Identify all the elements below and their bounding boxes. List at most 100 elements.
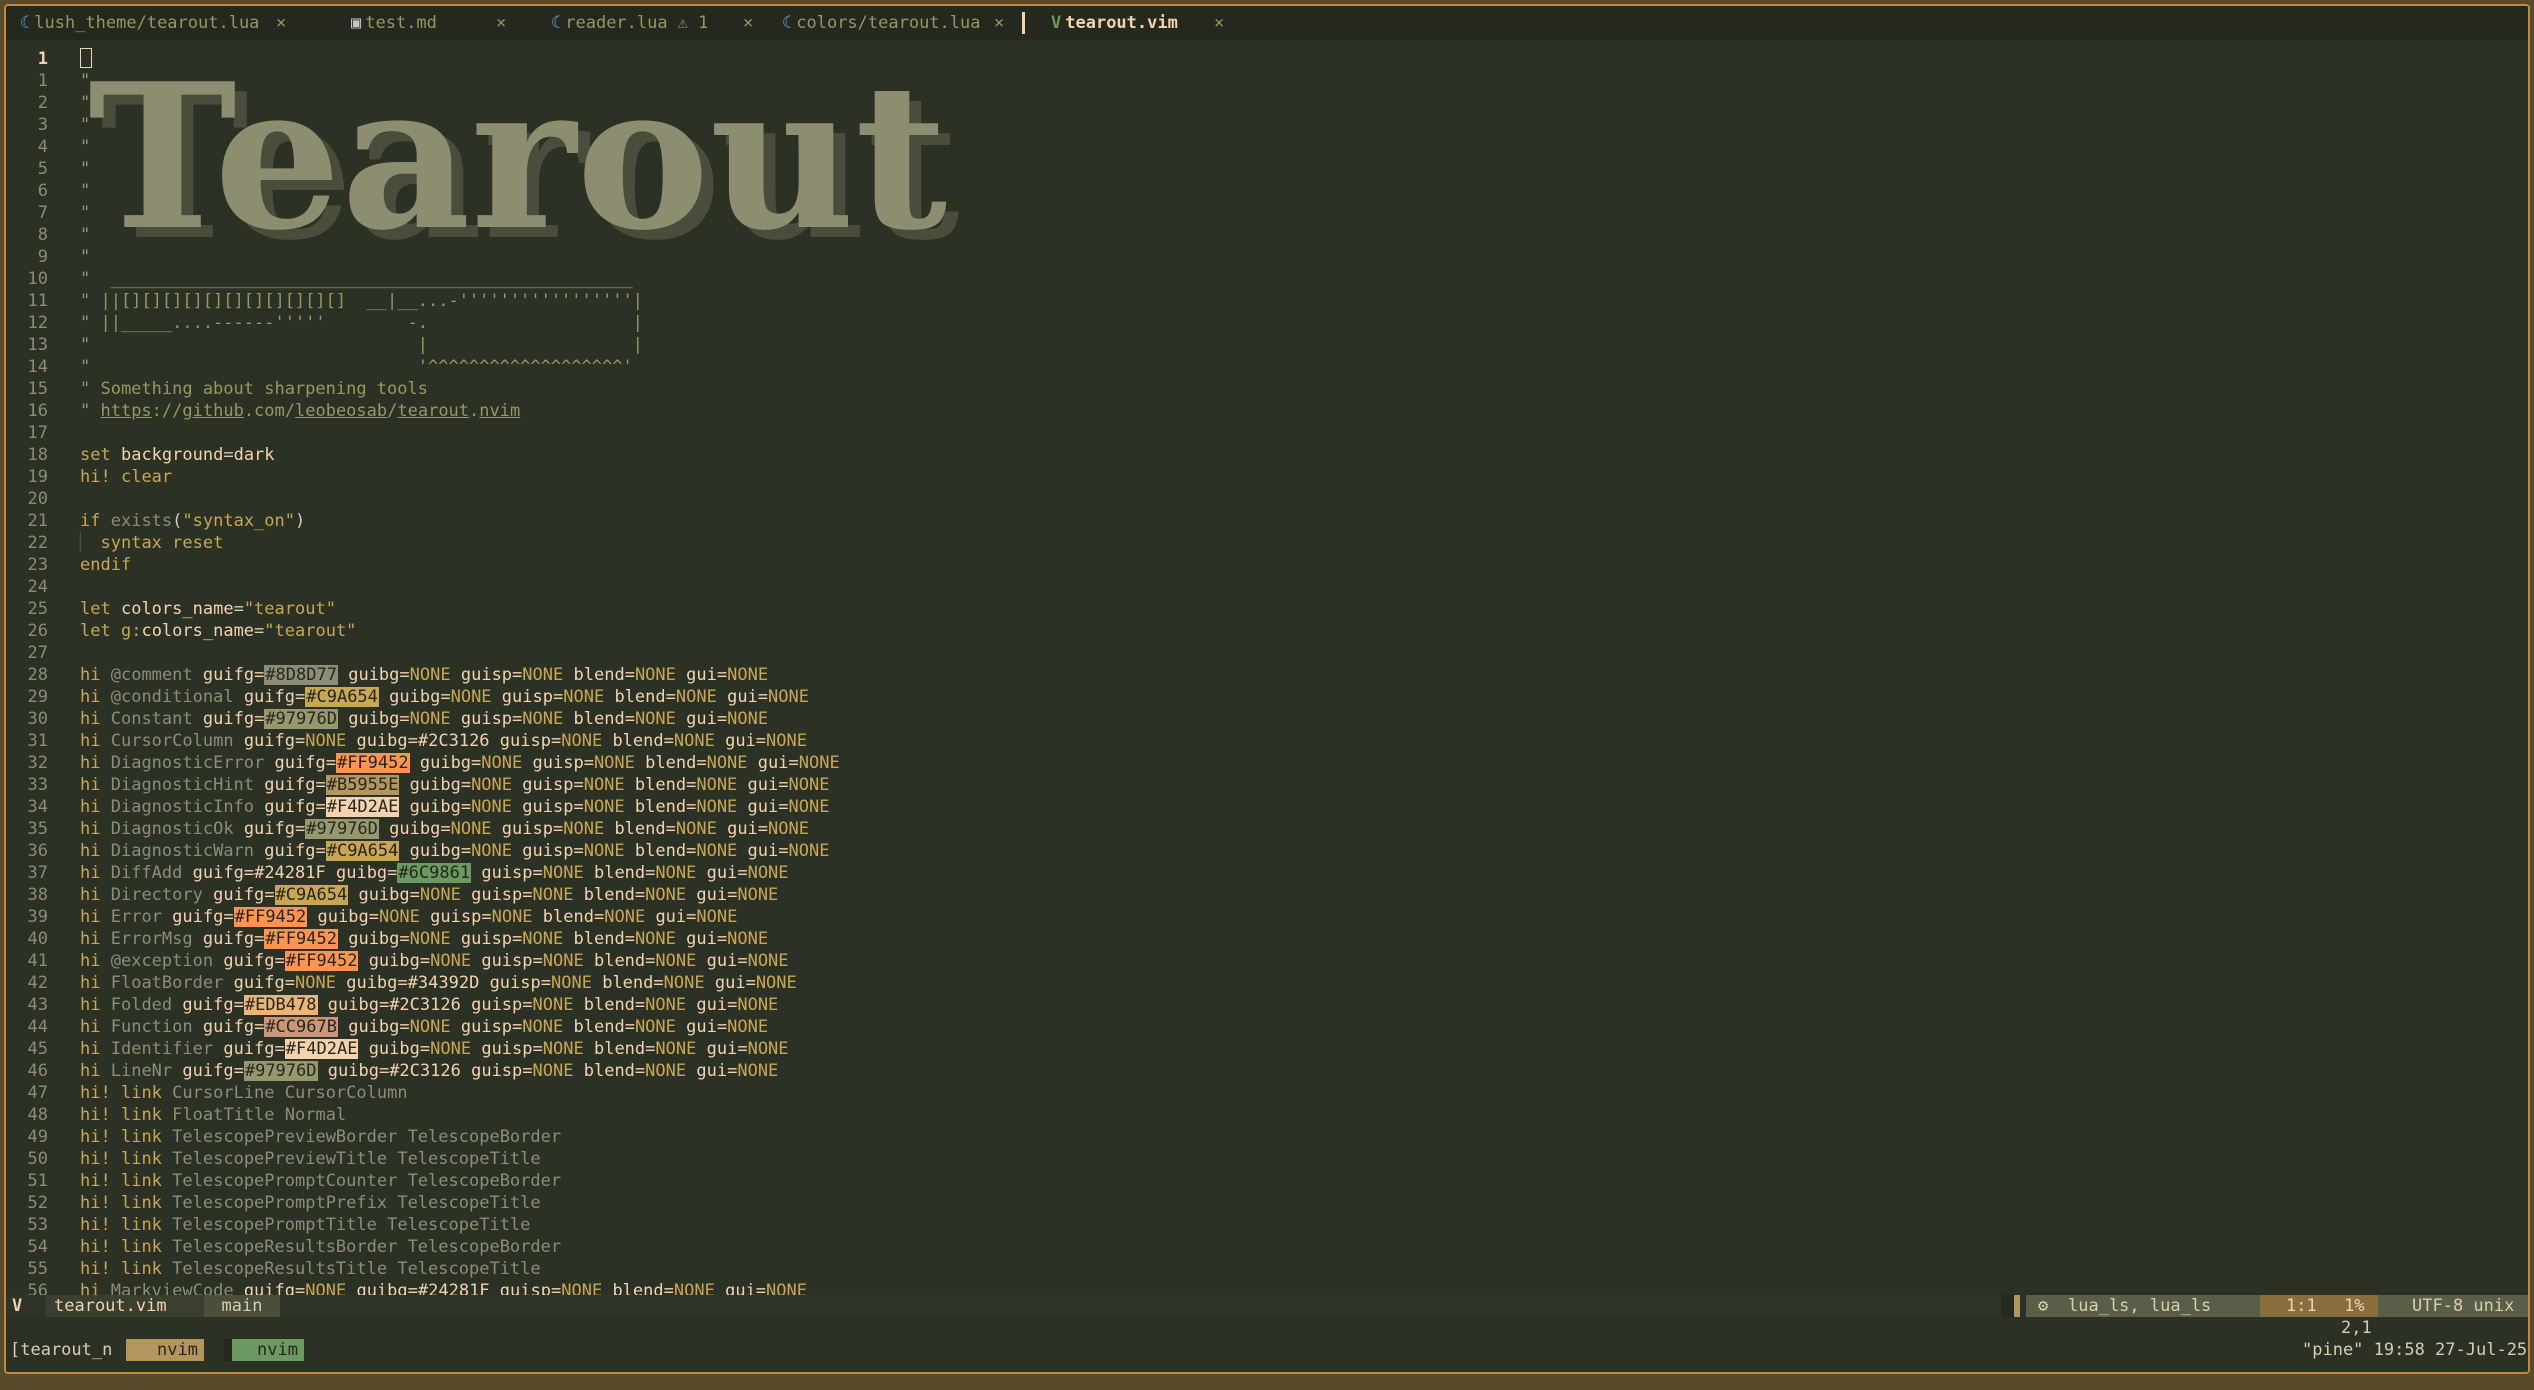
- code-text: hi! link TelescopePromptPrefix Telescope…: [80, 1193, 541, 1213]
- code-line[interactable]: 47 hi! link CursorLine CursorColumn: [6, 1082, 2528, 1104]
- code-line[interactable]: 53 hi! link TelescopePromptTitle Telescop…: [6, 1214, 2528, 1236]
- lua-file-icon: ☾: [20, 13, 31, 33]
- code-text: hi FloatBorder guifg=NONE guibg=#34392D …: [80, 973, 797, 993]
- code-line[interactable]: 16 " https://github.com/leobeosab/tearout…: [6, 400, 2528, 422]
- code-line[interactable]: 8 ": [6, 224, 2528, 246]
- code-line[interactable]: 35 hi DiagnosticOk guifg=#97976D guibg=NO…: [6, 818, 2528, 840]
- tab-tearout-vim[interactable]: Vtearout.vim: [1051, 6, 1178, 40]
- code-line[interactable]: 50 hi! link TelescopePreviewTitle Telesco…: [6, 1148, 2528, 1170]
- line-number: 4: [37, 137, 48, 157]
- code-text: " '^^^^^^^^^^^^^^^^^^^': [80, 357, 633, 377]
- code-line[interactable]: 46 hi LineNr guifg=#97976D guibg=#2C3126 …: [6, 1060, 2528, 1082]
- code-text: " ______________________________________…: [80, 269, 633, 289]
- code-line[interactable]: 33 hi DiagnosticHint guifg=#B5955E guibg=…: [6, 774, 2528, 796]
- line-number: 36: [27, 841, 48, 861]
- code-line[interactable]: 17: [6, 422, 2528, 444]
- tab-colors-tearout-lua[interactable]: ☾ colors/tearout.lua: [782, 6, 980, 40]
- tmux-window-1[interactable]: nvim: [126, 1339, 204, 1361]
- code-line[interactable]: 42 hi FloatBorder guifg=NONE guibg=#34392…: [6, 972, 2528, 994]
- close-icon[interactable]: ×: [496, 6, 506, 40]
- code-line[interactable]: 11 " ||[][][][][][][][][][][] __|__...-''…: [6, 290, 2528, 312]
- code-line[interactable]: 38 hi Directory guifg=#C9A654 guibg=NONE …: [6, 884, 2528, 906]
- code-line[interactable]: 9 ": [6, 246, 2528, 268]
- line-number: 7: [37, 203, 48, 223]
- tab-label: test.md: [365, 13, 437, 33]
- code-text: hi Identifier guifg=#F4D2AE guibg=NONE g…: [80, 1039, 789, 1059]
- tab-reader-lua[interactable]: ☾ reader.lua ⚠ 1: [551, 6, 708, 40]
- code-line[interactable]: 21 if exists("syntax_on"): [6, 510, 2528, 532]
- code-line[interactable]: 18 set background=dark: [6, 444, 2528, 466]
- code-text: ▏ syntax reset: [80, 533, 224, 553]
- code-line[interactable]: 26 let g:colors_name="tearout": [6, 620, 2528, 642]
- code-line[interactable]: 40 hi ErrorMsg guifg=#FF9452 guibg=NONE g…: [6, 928, 2528, 950]
- code-line[interactable]: 27: [6, 642, 2528, 664]
- close-icon[interactable]: ×: [743, 6, 753, 40]
- code-line[interactable]: 12 " ||_____....------''''' -. |: [6, 312, 2528, 334]
- code-line[interactable]: 45 hi Identifier guifg=#F4D2AE guibg=NONE…: [6, 1038, 2528, 1060]
- terminal-window: ☾ lush_theme/tearout.lua × ▣ test.md × ☾ reader…: [4, 4, 2530, 1374]
- command-line-area: 2,1 [tearout_n nvim nvim "pine" 19:58 27…: [6, 1317, 2528, 1372]
- line-number: 29: [27, 687, 48, 707]
- line-number: 17: [27, 423, 48, 443]
- code-line[interactable]: 2 ": [6, 92, 2528, 114]
- code-text: hi LineNr guifg=#97976D guibg=#2C3126 gu…: [80, 1061, 779, 1081]
- code-line[interactable]: 51 hi! link TelescopePromptCounter Telesc…: [6, 1170, 2528, 1192]
- code-line[interactable]: 28 hi @comment guifg=#8D8D77 guibg=NONE g…: [6, 664, 2528, 686]
- tab-test-md[interactable]: ▣ test.md: [351, 6, 437, 40]
- code-line[interactable]: 54 hi! link TelescopeResultsBorder Telesc…: [6, 1236, 2528, 1258]
- code-line[interactable]: 5 ": [6, 158, 2528, 180]
- tmux-window-2[interactable]: nvim: [224, 1339, 304, 1361]
- code-text: " ||[][][][][][][][][][][] __|__...-''''…: [80, 291, 643, 311]
- code-line[interactable]: 44 hi Function guifg=#CC967B guibg=NONE g…: [6, 1016, 2528, 1038]
- code-line[interactable]: 30 hi Constant guifg=#97976D guibg=NONE g…: [6, 708, 2528, 730]
- close-icon[interactable]: ×: [276, 6, 286, 40]
- tab-lush-theme-tearout-lua[interactable]: ☾ lush_theme/tearout.lua: [20, 6, 259, 40]
- code-line[interactable]: 52 hi! link TelescopePromptPrefix Telesco…: [6, 1192, 2528, 1214]
- code-text: if exists("syntax_on"): [80, 511, 306, 531]
- code-text: hi! link TelescopeResultsBorder Telescop…: [80, 1237, 562, 1257]
- code-line[interactable]: 3 ": [6, 114, 2528, 136]
- code-line[interactable]: 20: [6, 488, 2528, 510]
- code-line[interactable]: 56 hi MarkviewCode guifg=NONE guibg=#2428…: [6, 1280, 2528, 1295]
- code-line[interactable]: 14 " '^^^^^^^^^^^^^^^^^^^': [6, 356, 2528, 378]
- code-line[interactable]: 31 hi CursorColumn guifg=NONE guibg=#2C31…: [6, 730, 2528, 752]
- code-text: " Something about sharpening tools: [80, 379, 428, 399]
- code-text: hi! link TelescopePreviewBorder Telescop…: [80, 1127, 562, 1147]
- code-line[interactable]: 24: [6, 576, 2528, 598]
- line-number: 49: [27, 1127, 48, 1147]
- code-line[interactable]: 22 ▏ syntax reset: [6, 532, 2528, 554]
- code-line[interactable]: 23 endif: [6, 554, 2528, 576]
- code-text: hi @exception guifg=#FF9452 guibg=NONE g…: [80, 951, 789, 971]
- line-number: 12: [27, 313, 48, 333]
- close-icon[interactable]: ×: [1214, 6, 1224, 40]
- code-line[interactable]: 32 hi DiagnosticError guifg=#FF9452 guibg…: [6, 752, 2528, 774]
- code-line[interactable]: 15 " Something about sharpening tools: [6, 378, 2528, 400]
- code-line[interactable]: 36 hi DiagnosticWarn guifg=#C9A654 guibg=…: [6, 840, 2528, 862]
- code-text: set background=dark: [80, 445, 275, 465]
- editor-buffer[interactable]: Tearout 1 1 " 2 " 3 " 4 " 5 " 6 " 7 " 8 " 9 " 10 " _________…: [6, 40, 2528, 1295]
- code-text: ": [80, 71, 91, 91]
- code-line[interactable]: 41 hi @exception guifg=#FF9452 guibg=NONE…: [6, 950, 2528, 972]
- code-line[interactable]: 4 ": [6, 136, 2528, 158]
- code-line[interactable]: 1: [6, 47, 2528, 70]
- code-line[interactable]: 10 " ____________________________________…: [6, 268, 2528, 290]
- code-text: hi! link CursorLine CursorColumn: [80, 1083, 408, 1103]
- code-line[interactable]: 49 hi! link TelescopePreviewBorder Telesc…: [6, 1126, 2528, 1148]
- code-line[interactable]: 6 ": [6, 180, 2528, 202]
- code-line[interactable]: 55 hi! link TelescopeResultsTitle Telesco…: [6, 1258, 2528, 1280]
- code-line[interactable]: 7 ": [6, 202, 2528, 224]
- code-line[interactable]: 43 hi Folded guifg=#EDB478 guibg=#2C3126 …: [6, 994, 2528, 1016]
- code-text: hi DiagnosticWarn guifg=#C9A654 guibg=NO…: [80, 841, 830, 861]
- close-icon[interactable]: ×: [994, 6, 1004, 40]
- code-line[interactable]: 48 hi! link FloatTitle Normal: [6, 1104, 2528, 1126]
- line-number: 11: [27, 291, 48, 311]
- code-line[interactable]: 19 hi! clear: [6, 466, 2528, 488]
- line-number: 3: [37, 115, 48, 135]
- code-line[interactable]: 25 let colors_name="tearout": [6, 598, 2528, 620]
- code-line[interactable]: 37 hi DiffAdd guifg=#24281F guibg=#6C9861…: [6, 862, 2528, 884]
- code-line[interactable]: 34 hi DiagnosticInfo guifg=#F4D2AE guibg=…: [6, 796, 2528, 818]
- code-line[interactable]: 39 hi Error guifg=#FF9452 guibg=NONE guis…: [6, 906, 2528, 928]
- code-line[interactable]: 13 " | |: [6, 334, 2528, 356]
- code-line[interactable]: 1 ": [6, 70, 2528, 92]
- code-line[interactable]: 29 hi @conditional guifg=#C9A654 guibg=NO…: [6, 686, 2528, 708]
